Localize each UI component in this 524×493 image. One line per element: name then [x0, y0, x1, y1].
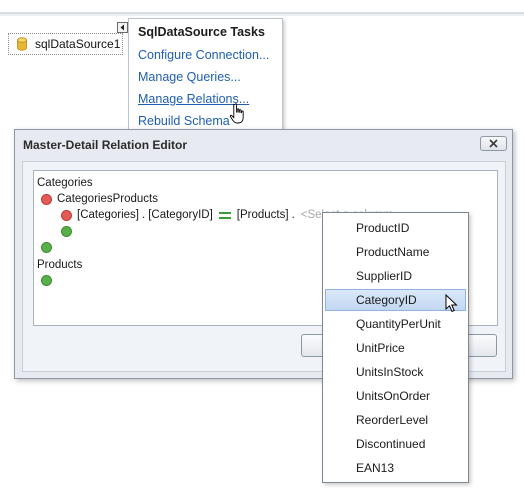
dropdown-item[interactable]: ReorderLevel — [325, 409, 466, 431]
close-icon — [489, 139, 498, 148]
detail-table-node[interactable]: Products — [37, 259, 82, 271]
condition-left-table[interactable]: [Categories] — [77, 209, 139, 221]
add-detail-relation-icon[interactable] — [41, 275, 52, 286]
condition-dot: . — [291, 209, 295, 221]
condition-dot: . — [142, 209, 146, 221]
arrow-cursor-icon — [445, 294, 458, 313]
component-label: sqlDataSource1 — [35, 37, 121, 51]
master-table-node[interactable]: Categories — [37, 177, 93, 189]
dropdown-item[interactable]: UnitsOnOrder — [325, 385, 466, 407]
condition-left-column[interactable]: [CategoryID] — [148, 209, 213, 221]
dropdown-item[interactable]: ProductID — [325, 217, 466, 239]
rebuild-schema-link[interactable]: Rebuild Schema — [138, 114, 230, 128]
add-relation-row[interactable] — [41, 242, 57, 253]
designer-surface-top — [0, 0, 524, 14]
dropdown-item[interactable]: EAN13 — [325, 457, 466, 479]
dialog-title: Master-Detail Relation Editor — [23, 138, 188, 152]
dropdown-item[interactable]: Discontinued — [325, 433, 466, 455]
dropdown-item[interactable]: QuantityPerUnit — [325, 313, 466, 335]
add-condition-icon[interactable] — [61, 226, 72, 237]
tasks-panel: SqlDataSource Tasks Configure Connection… — [128, 18, 283, 130]
remove-condition-icon[interactable] — [61, 209, 72, 221]
dropdown-item[interactable]: UnitPrice — [325, 337, 466, 359]
close-button[interactable] — [480, 136, 507, 151]
sql-data-source-component[interactable]: sqlDataSource1 — [8, 33, 123, 55]
dialog-titlebar[interactable]: Master-Detail Relation Editor — [15, 130, 512, 159]
equals-operator-icon[interactable] — [218, 211, 231, 219]
add-detail-row[interactable] — [41, 275, 57, 286]
detail-table-label: Products — [37, 259, 83, 271]
dropdown-item[interactable]: ProductName — [325, 241, 466, 263]
relation-name: CategoriesProducts — [57, 193, 158, 205]
add-condition-row[interactable] — [61, 226, 77, 237]
relation-node[interactable]: CategoriesProducts — [41, 193, 158, 205]
master-table-label: Categories — [37, 177, 93, 189]
column-dropdown[interactable]: ProductID ProductName SupplierID Categor… — [322, 212, 469, 483]
configure-connection-link[interactable]: Configure Connection... — [138, 48, 269, 62]
database-icon — [17, 37, 27, 51]
dropdown-item[interactable]: UnitsInStock — [325, 361, 466, 383]
designer-surface-divider — [0, 14, 524, 16]
smart-tag-button[interactable] — [117, 22, 128, 33]
remove-relation-icon[interactable] — [41, 193, 52, 205]
hand-cursor-icon — [229, 103, 244, 124]
manage-queries-link[interactable]: Manage Queries... — [138, 70, 241, 84]
dropdown-item[interactable]: SupplierID — [325, 265, 466, 287]
tasks-panel-title: SqlDataSource Tasks — [138, 25, 265, 39]
add-relation-icon[interactable] — [41, 242, 52, 253]
condition-right-table[interactable]: [Products] — [237, 209, 289, 221]
smart-tag-arrow-icon — [120, 24, 124, 31]
